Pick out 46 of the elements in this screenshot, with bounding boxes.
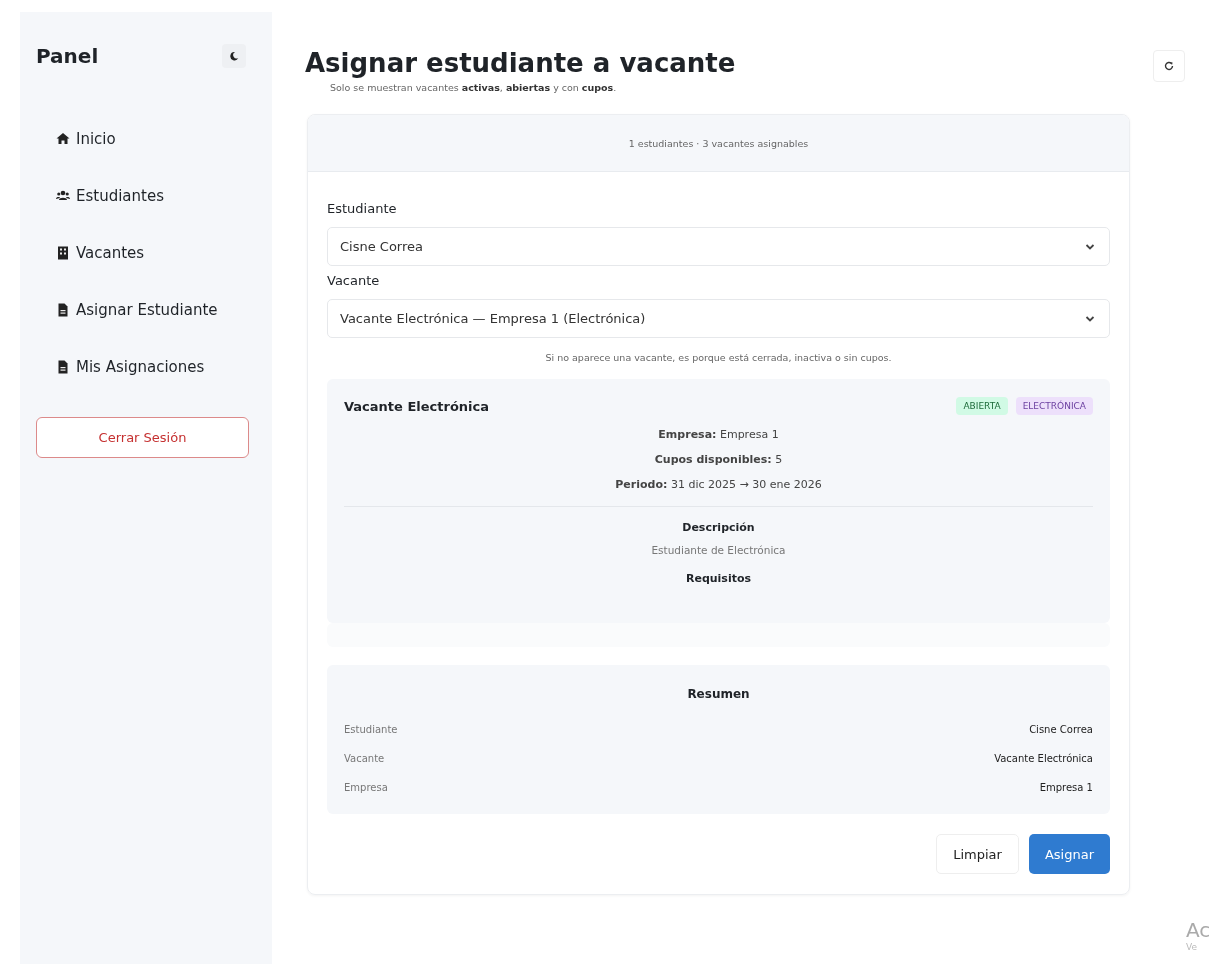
nav-link[interactable]: Vacantes [56, 224, 256, 281]
summary-label: Vacante [344, 753, 385, 764]
chevron-down-icon [1085, 314, 1095, 323]
chevron-down-icon [1085, 242, 1095, 251]
detail-text: Cupos disponibles: 5 [653, 452, 784, 467]
refresh-icon [1164, 61, 1174, 71]
page-subtitle: Solo se muestran vacantes activas, abiertas y con cupos. [330, 82, 618, 93]
nav-link[interactable]: Mis Asignaciones [56, 338, 256, 395]
summary-text: 1 estudiantes · 3 vacantes asignables [628, 137, 809, 149]
tag: ELECTRÓNICA [1015, 397, 1093, 415]
vacancy-title: Vacante Electrónica [344, 398, 490, 414]
field-label: Estudiante [327, 201, 398, 216]
select-field[interactable]: Cisne Correa [327, 227, 1110, 266]
summary-value: Empresa 1 [1039, 782, 1093, 793]
refresh-button[interactable] [1153, 50, 1185, 82]
clear-button[interactable]: Limpiar [936, 834, 1019, 874]
section-heading: Descripción [681, 521, 756, 534]
field-label: Vacante [327, 273, 381, 288]
detail-text: Periodo: 31 dic 2025 → 30 ene 2026 [614, 477, 823, 492]
nav-link[interactable]: Inicio [56, 110, 256, 167]
description-text: Estudiante de Electrónica [650, 544, 787, 556]
hint-text: Si no aparece una vacante, es porque está cerrada, inactiva o sin cupos. [544, 352, 893, 363]
users-icon [56, 188, 70, 203]
moon-icon [229, 51, 239, 61]
theme-toggle-button[interactable] [222, 44, 246, 68]
summary-value: Vacante Electrónica [994, 753, 1093, 764]
home-icon [56, 131, 70, 146]
page-title: Asignar estudiante a vacante [305, 48, 736, 78]
summary-label: Empresa [344, 782, 388, 793]
assign-button[interactable]: Asignar [1028, 834, 1110, 874]
detail-text: Empresa: Empresa 1 [657, 427, 780, 442]
summary-value: Cisne Correa [1029, 724, 1093, 735]
sidebar-title: Panel [36, 44, 99, 68]
document-icon [56, 359, 70, 374]
summary-title: Resumen [686, 687, 751, 701]
activation-text: Ac [1186, 918, 1211, 942]
logout-button[interactable]: Cerrar Sesión [36, 417, 249, 458]
nav-link[interactable]: Estudiantes [56, 167, 256, 224]
summary-label: Estudiante [344, 724, 398, 735]
select-field[interactable]: Vacante Electrónica — Empresa 1 (Electrónica) [327, 299, 1110, 338]
tag: ABIERTA [956, 397, 1008, 415]
document-icon [56, 302, 70, 317]
activation-text: Ve [1186, 942, 1198, 952]
building-icon [56, 245, 70, 260]
section-heading: Requisitos [684, 572, 753, 585]
nav-link[interactable]: Asignar Estudiante [56, 281, 256, 338]
